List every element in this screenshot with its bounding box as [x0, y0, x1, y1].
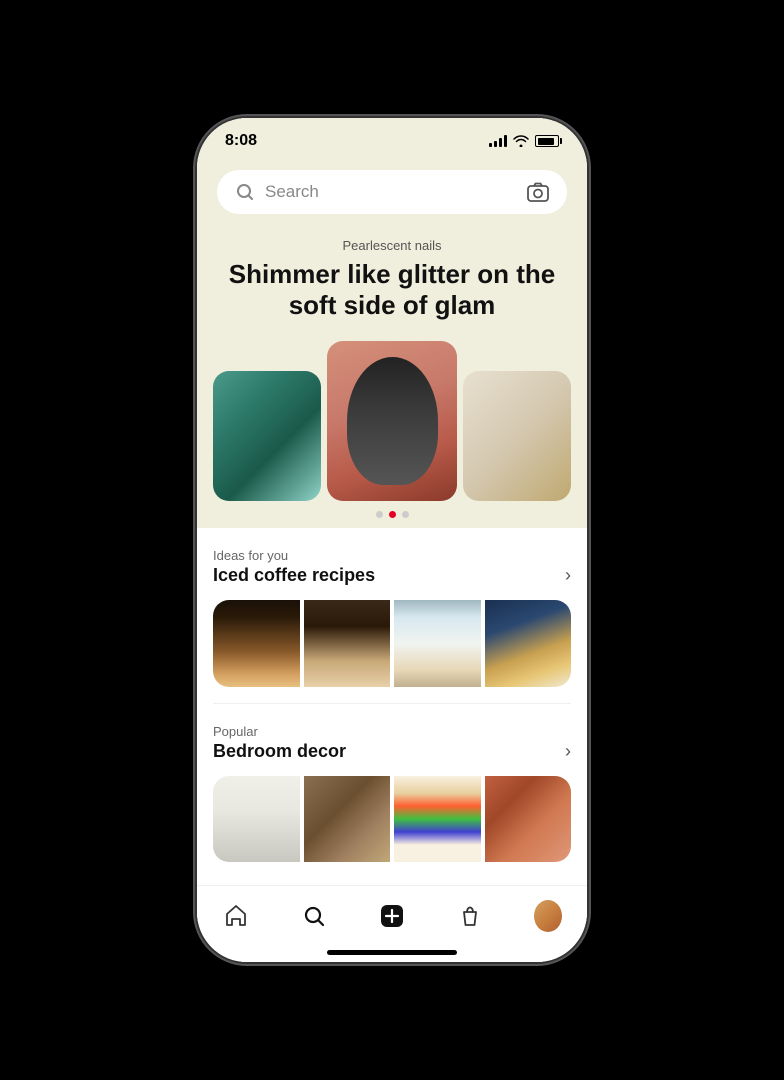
hero-images — [217, 341, 567, 501]
scroll-content[interactable]: Ideas for you Iced coffee recipes › Popu… — [197, 528, 587, 885]
coffee-image-4 — [485, 600, 572, 687]
status-time: 8:08 — [225, 132, 257, 150]
search-placeholder: Search — [265, 182, 517, 202]
coffee-image-1 — [213, 600, 300, 687]
hero-title: Shimmer like glitter on the soft side of… — [217, 259, 567, 321]
search-icon — [235, 182, 255, 202]
section-label-popular: Popular — [213, 724, 571, 739]
section-title-coffee: Iced coffee recipes — [213, 565, 375, 586]
chevron-right-icon-bedroom: › — [565, 741, 571, 762]
section-bedroom-decor: Popular Bedroom decor › — [197, 704, 587, 879]
section-label-ideas: Ideas for you — [213, 548, 571, 563]
section-header-coffee[interactable]: Iced coffee recipes › — [213, 565, 571, 586]
chevron-right-icon-coffee: › — [565, 565, 571, 586]
hero-subtitle: Pearlescent nails — [217, 238, 567, 253]
dot-2 — [389, 511, 396, 518]
camera-icon[interactable] — [527, 182, 549, 202]
hero-text: Pearlescent nails Shimmer like glitter o… — [217, 238, 567, 321]
bedroom-image-4 — [485, 776, 572, 863]
add-icon — [378, 902, 406, 930]
section-header-bedroom[interactable]: Bedroom decor › — [213, 741, 571, 762]
avatar-image — [534, 900, 562, 932]
nav-search[interactable] — [288, 898, 340, 934]
coffee-image-3 — [394, 600, 481, 687]
nav-shopping[interactable] — [444, 898, 496, 934]
hero-section: Search Pearlescent nails Shimmer like gl… — [197, 158, 587, 528]
home-indicator-bar — [327, 950, 457, 955]
wifi-icon — [513, 135, 529, 147]
home-indicator — [197, 942, 587, 962]
status-icons — [489, 135, 559, 147]
hero-image-right — [463, 371, 571, 501]
status-bar: 8:08 — [197, 118, 587, 158]
bedroom-image-2 — [304, 776, 391, 863]
bedroom-image-grid — [213, 776, 571, 863]
bag-icon — [456, 902, 484, 930]
home-icon — [222, 902, 250, 930]
section-title-bedroom: Bedroom decor — [213, 741, 346, 762]
nav-home[interactable] — [210, 898, 262, 934]
bottom-nav — [197, 885, 587, 942]
bedroom-image-1 — [213, 776, 300, 863]
nav-add[interactable] — [366, 898, 418, 934]
nav-profile[interactable] — [522, 898, 574, 934]
battery-icon — [535, 135, 559, 147]
phone-frame: 8:08 — [197, 118, 587, 962]
dot-3 — [402, 511, 409, 518]
profile-avatar — [534, 902, 562, 930]
hero-image-left — [213, 371, 321, 501]
dot-1 — [376, 511, 383, 518]
search-nav-icon — [300, 902, 328, 930]
phone-screen: 8:08 — [197, 118, 587, 962]
hero-image-center — [327, 341, 457, 501]
coffee-image-2 — [304, 600, 391, 687]
search-bar[interactable]: Search — [217, 170, 567, 214]
dots-indicator — [217, 511, 567, 518]
signal-bars-icon — [489, 135, 507, 147]
coffee-image-grid — [213, 600, 571, 687]
bedroom-image-3 — [394, 776, 481, 863]
section-iced-coffee: Ideas for you Iced coffee recipes › — [197, 528, 587, 703]
